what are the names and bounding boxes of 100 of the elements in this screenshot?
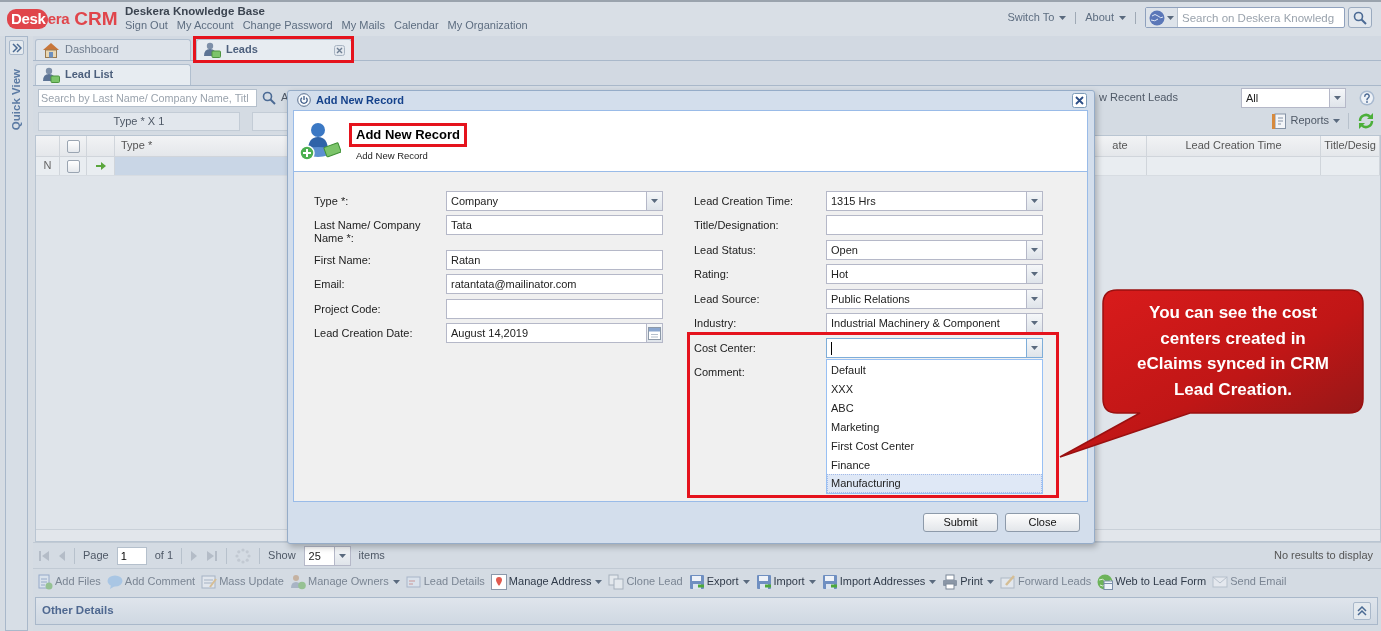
combo-field[interactable] — [826, 337, 1026, 358]
recent-leads-button[interactable]: w Recent Leads — [1099, 90, 1178, 105]
dropdown-option[interactable]: Marketing — [827, 416, 1042, 436]
product-name: CRM — [74, 8, 118, 31]
field-label: Title/Designation: — [694, 218, 780, 234]
collapse-button[interactable] — [1353, 602, 1371, 620]
field-label: First Name: — [314, 252, 372, 268]
column-header[interactable]: Title/Desig — [1321, 136, 1380, 156]
header-link[interactable]: Calendar — [393, 18, 439, 32]
checkbox[interactable] — [66, 139, 80, 153]
group-by-button[interactable]: Type * X 1 — [38, 111, 240, 131]
caret-icon — [1119, 15, 1126, 20]
pin-icon — [490, 573, 507, 590]
header-link[interactable]: My Account — [176, 18, 234, 32]
text-field[interactable] — [826, 215, 1043, 236]
dropdown-option[interactable]: ABC — [827, 397, 1042, 417]
combo-field[interactable]: All — [1241, 87, 1329, 108]
caret-icon — [1167, 15, 1174, 20]
header-link[interactable]: Change Password — [242, 18, 333, 32]
combo-field[interactable]: 1315 Hrs — [826, 190, 1026, 211]
floppy-icon — [821, 573, 838, 590]
header-link[interactable]: Sign Out — [125, 18, 168, 32]
dropdown-option[interactable]: XXX — [827, 378, 1042, 398]
reports-button[interactable]: Reports — [1272, 113, 1340, 129]
text-field[interactable]: ratantata@mailinator.com — [446, 274, 663, 295]
close-icon[interactable] — [334, 44, 345, 56]
dropdown-button[interactable] — [1026, 313, 1043, 334]
floppy-icon — [755, 573, 772, 590]
search-field[interactable]: Search by Last Name/ Company Name, Titl — [38, 88, 257, 107]
column-header[interactable]: Lead Creation Time — [1147, 136, 1321, 156]
toolbar-button[interactable]: Import Addresses — [821, 573, 937, 590]
dialog-button[interactable]: Submit — [923, 513, 998, 533]
power-icon[interactable] — [297, 93, 311, 108]
combo-field[interactable]: Company — [446, 190, 646, 211]
search-button[interactable] — [1348, 7, 1372, 28]
house-icon — [42, 42, 60, 58]
combo-field[interactable]: Public Relations — [826, 288, 1026, 309]
toolbar-button[interactable]: Manage Address — [490, 573, 603, 590]
dropdown-option[interactable]: Manufacturing — [827, 473, 1042, 493]
field-label: Comment: — [694, 365, 746, 380]
menu-link[interactable]: About — [1085, 10, 1126, 25]
combo-field[interactable]: 25 — [303, 545, 334, 566]
field-label: Industry: — [694, 316, 738, 332]
dropdown-button[interactable] — [1026, 239, 1043, 260]
field-label: Lead Creation Time: — [694, 193, 795, 209]
floppy-icon — [688, 573, 705, 590]
caret-icon — [1031, 345, 1038, 350]
search-scope-button[interactable] — [1146, 8, 1178, 27]
speech-bubble-icon — [106, 573, 123, 590]
checkbox[interactable] — [66, 159, 80, 173]
header-link[interactable]: My Organization — [447, 18, 528, 32]
toolbar-button[interactable]: Export — [688, 573, 750, 590]
dropdown-button[interactable] — [1026, 264, 1043, 285]
field-label: Rating: — [694, 267, 730, 283]
dialog-button[interactable]: Close — [1005, 513, 1080, 533]
field-label: Lead Source: — [694, 291, 761, 307]
combo-field[interactable]: Hot — [826, 264, 1026, 285]
menu-link[interactable]: Switch To — [1007, 10, 1067, 25]
page-field[interactable]: 1 — [116, 546, 147, 565]
calendar-button[interactable] — [646, 323, 663, 344]
dropdown-option[interactable]: First Cost Center — [827, 435, 1042, 455]
dropdown-option[interactable]: Default — [827, 359, 1042, 379]
dropdown-button[interactable] — [1329, 87, 1346, 108]
field-label: Project Code: — [314, 301, 382, 317]
tab[interactable]: Leads — [196, 39, 352, 60]
combo-field[interactable]: Open — [826, 239, 1026, 260]
double-chevron-icon — [1357, 606, 1367, 616]
app-title: Deskera Knowledge Base — [125, 4, 265, 18]
toolbar-button[interactable]: Import — [755, 573, 816, 590]
text-field[interactable]: Ratan — [446, 249, 663, 270]
search-field[interactable]: Search on Deskera Knowledg — [1145, 7, 1345, 28]
caret-icon — [1333, 119, 1340, 123]
caret-icon — [338, 553, 346, 558]
field-label: Cost Center: — [694, 340, 757, 356]
dropdown-button[interactable] — [1026, 190, 1043, 211]
toolbar-button[interactable]: Web to Lead Form — [1097, 573, 1207, 590]
dropdown-button[interactable] — [1026, 288, 1043, 309]
toolbar-button[interactable]: Print — [942, 573, 994, 590]
dropdown-option[interactable]: Finance — [827, 454, 1042, 474]
expand-button[interactable] — [9, 40, 24, 55]
tab[interactable]: Lead List — [35, 64, 191, 85]
dropdown-button[interactable] — [646, 190, 663, 211]
date-field[interactable]: August 14,2019 — [446, 323, 646, 344]
field-label: Last Name/ Company Name *: — [314, 218, 422, 246]
arrow-icon — [95, 162, 106, 170]
close-button[interactable] — [1072, 92, 1087, 108]
page-label: Page — [83, 548, 109, 563]
page-count: of 1 — [154, 548, 174, 563]
calendar-icon — [648, 326, 661, 340]
close-icon — [1072, 92, 1087, 108]
person-icon — [290, 573, 306, 590]
combo-field[interactable]: Industrial Machinery & Component — [826, 313, 1026, 334]
dropdown-button[interactable] — [1026, 337, 1043, 358]
help-icon[interactable] — [1359, 89, 1375, 106]
search-icon — [1353, 10, 1367, 25]
header-link[interactable]: My Mails — [341, 18, 385, 32]
text-field[interactable]: Tata — [446, 215, 663, 236]
text-field[interactable] — [446, 298, 663, 319]
pencil-icon — [999, 573, 1016, 590]
status-text: No results to display — [1273, 548, 1373, 563]
